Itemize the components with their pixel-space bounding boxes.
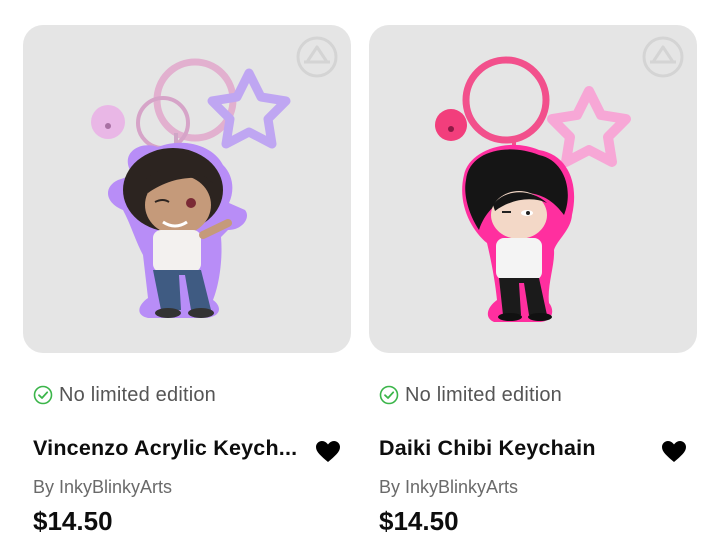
- heart-icon[interactable]: [315, 440, 341, 464]
- seller-name[interactable]: By InkyBlinkyArts: [33, 477, 172, 498]
- check-circle-icon: [33, 385, 53, 405]
- product-title[interactable]: Daiki Chibi Keychain: [379, 436, 651, 461]
- product-image[interactable]: [23, 25, 351, 353]
- product-title[interactable]: Vincenzo Acrylic Keych...: [33, 436, 305, 461]
- check-circle-icon: [379, 385, 399, 405]
- brand-badge-icon[interactable]: [295, 35, 339, 79]
- brand-badge-icon[interactable]: [641, 35, 685, 79]
- limited-edition-status: No limited edition: [33, 382, 216, 408]
- product-image[interactable]: [369, 25, 697, 353]
- product-price: $14.50: [33, 506, 113, 536]
- product-price: $14.50: [379, 506, 459, 536]
- limited-edition-label: No limited edition: [405, 383, 563, 406]
- product-card[interactable]: No limited edition Daiki Chibi Keychain …: [369, 25, 697, 545]
- limited-edition-label: No limited edition: [59, 383, 217, 406]
- heart-icon[interactable]: [661, 440, 687, 464]
- product-card[interactable]: No limited edition Vincenzo Acrylic Keyc…: [23, 25, 351, 545]
- seller-name[interactable]: By InkyBlinkyArts: [379, 477, 518, 498]
- limited-edition-status: No limited edition: [379, 382, 562, 408]
